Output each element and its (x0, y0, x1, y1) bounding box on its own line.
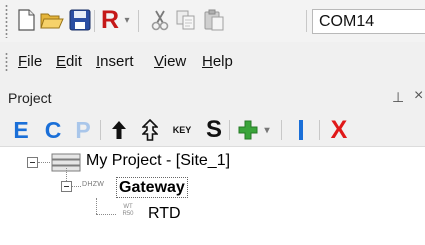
key-label: KEY (172, 125, 192, 135)
c-label: C (44, 116, 62, 143)
gateway-label: Gateway (119, 179, 185, 196)
menu-view-accel: V (154, 53, 164, 70)
toolbar-separator (100, 120, 101, 140)
e-button[interactable]: E (10, 116, 32, 143)
menubar-grip[interactable] (5, 52, 8, 72)
device-tag-top: WT (123, 204, 133, 210)
menu-insert[interactable]: Insert (96, 53, 134, 70)
r-menu-label: R (100, 5, 120, 34)
p-label: P (75, 116, 91, 143)
main-toolbar: R ▾ COM14 (0, 0, 425, 42)
add-dropdown-icon[interactable]: ▾ (261, 118, 273, 142)
root-collapse-toggle[interactable] (27, 157, 38, 168)
toolbar-grip[interactable] (5, 4, 8, 38)
toolbar-separator (319, 120, 320, 140)
c-button[interactable]: C (42, 116, 64, 143)
menu-help-rest: elp (212, 53, 233, 70)
arrow-up-icon[interactable] (108, 118, 130, 142)
port-combobox[interactable]: COM14 (312, 9, 425, 34)
project-root-node[interactable]: My Project - [Site_1] (86, 152, 230, 170)
menu-edit-rest: dit (66, 53, 82, 70)
toolbar-separator (306, 10, 307, 32)
tree-connector (96, 214, 116, 215)
p-button[interactable]: P (72, 116, 94, 143)
rtd-label: RTD (148, 205, 181, 222)
cut-icon[interactable] (148, 8, 172, 32)
tree-connector (96, 198, 97, 214)
menu-file[interactable]: File (18, 53, 42, 70)
insert-bar-icon[interactable] (292, 118, 310, 142)
e-label: E (13, 116, 29, 143)
pin-icon[interactable]: ⊥ (392, 89, 404, 106)
panel-title: Project (8, 90, 52, 106)
open-folder-icon[interactable] (40, 8, 64, 32)
save-disk-icon[interactable] (68, 8, 92, 32)
project-tree: My Project - [Site_1] DHZW Gateway WT R5… (0, 146, 425, 245)
r-menu-dropdown-icon[interactable]: ▾ (121, 8, 133, 32)
tree-connector (72, 186, 81, 187)
menu-help-accel: H (202, 53, 213, 70)
rtd-node[interactable]: RTD (148, 205, 181, 223)
add-icon[interactable] (235, 118, 261, 142)
gateway-tag-icon: DHZW (82, 181, 105, 188)
menu-view[interactable]: View (154, 53, 186, 70)
menu-file-accel: F (18, 53, 28, 70)
s-button[interactable]: S (202, 116, 226, 143)
copy-icon[interactable] (174, 8, 198, 32)
menu-edit-accel: E (56, 53, 67, 70)
gateway-node[interactable]: Gateway (116, 177, 188, 198)
close-icon[interactable]: × (414, 87, 423, 105)
port-value: COM14 (319, 13, 375, 30)
device-icon: WT R50 (121, 204, 135, 218)
menu-file-rest: ile (27, 53, 43, 70)
s-label: S (205, 116, 222, 143)
menu-insert-rest: nsert (100, 53, 134, 70)
project-root-label: My Project - [Site_1] (86, 152, 231, 169)
toolbar-separator (281, 120, 282, 140)
menu-help[interactable]: Help (202, 53, 233, 70)
menu-bar: File Edit Insert View Help (0, 42, 425, 82)
project-panel-header: Project ⊥ × (0, 82, 425, 114)
delete-label: X (330, 115, 348, 144)
tree-connector (66, 168, 67, 181)
toolbar-separator (229, 120, 230, 140)
r-menu-icon[interactable]: R (99, 5, 121, 34)
menu-view-rest: iew (163, 53, 187, 70)
toolbar-separator (138, 10, 139, 32)
project-toolbar: E C P KEY S ▾ X (0, 114, 425, 146)
tree-connector (38, 162, 50, 163)
new-file-icon[interactable] (14, 8, 38, 32)
menu-edit[interactable]: Edit (56, 53, 82, 70)
paste-icon[interactable] (202, 8, 226, 32)
gateway-collapse-toggle[interactable] (61, 181, 72, 192)
key-button[interactable]: KEY (168, 118, 196, 142)
delete-button[interactable]: X (327, 115, 351, 144)
device-tag-bottom: R50 (122, 211, 134, 217)
toolbar-separator (94, 10, 95, 32)
double-arrow-up-icon[interactable] (139, 118, 161, 142)
